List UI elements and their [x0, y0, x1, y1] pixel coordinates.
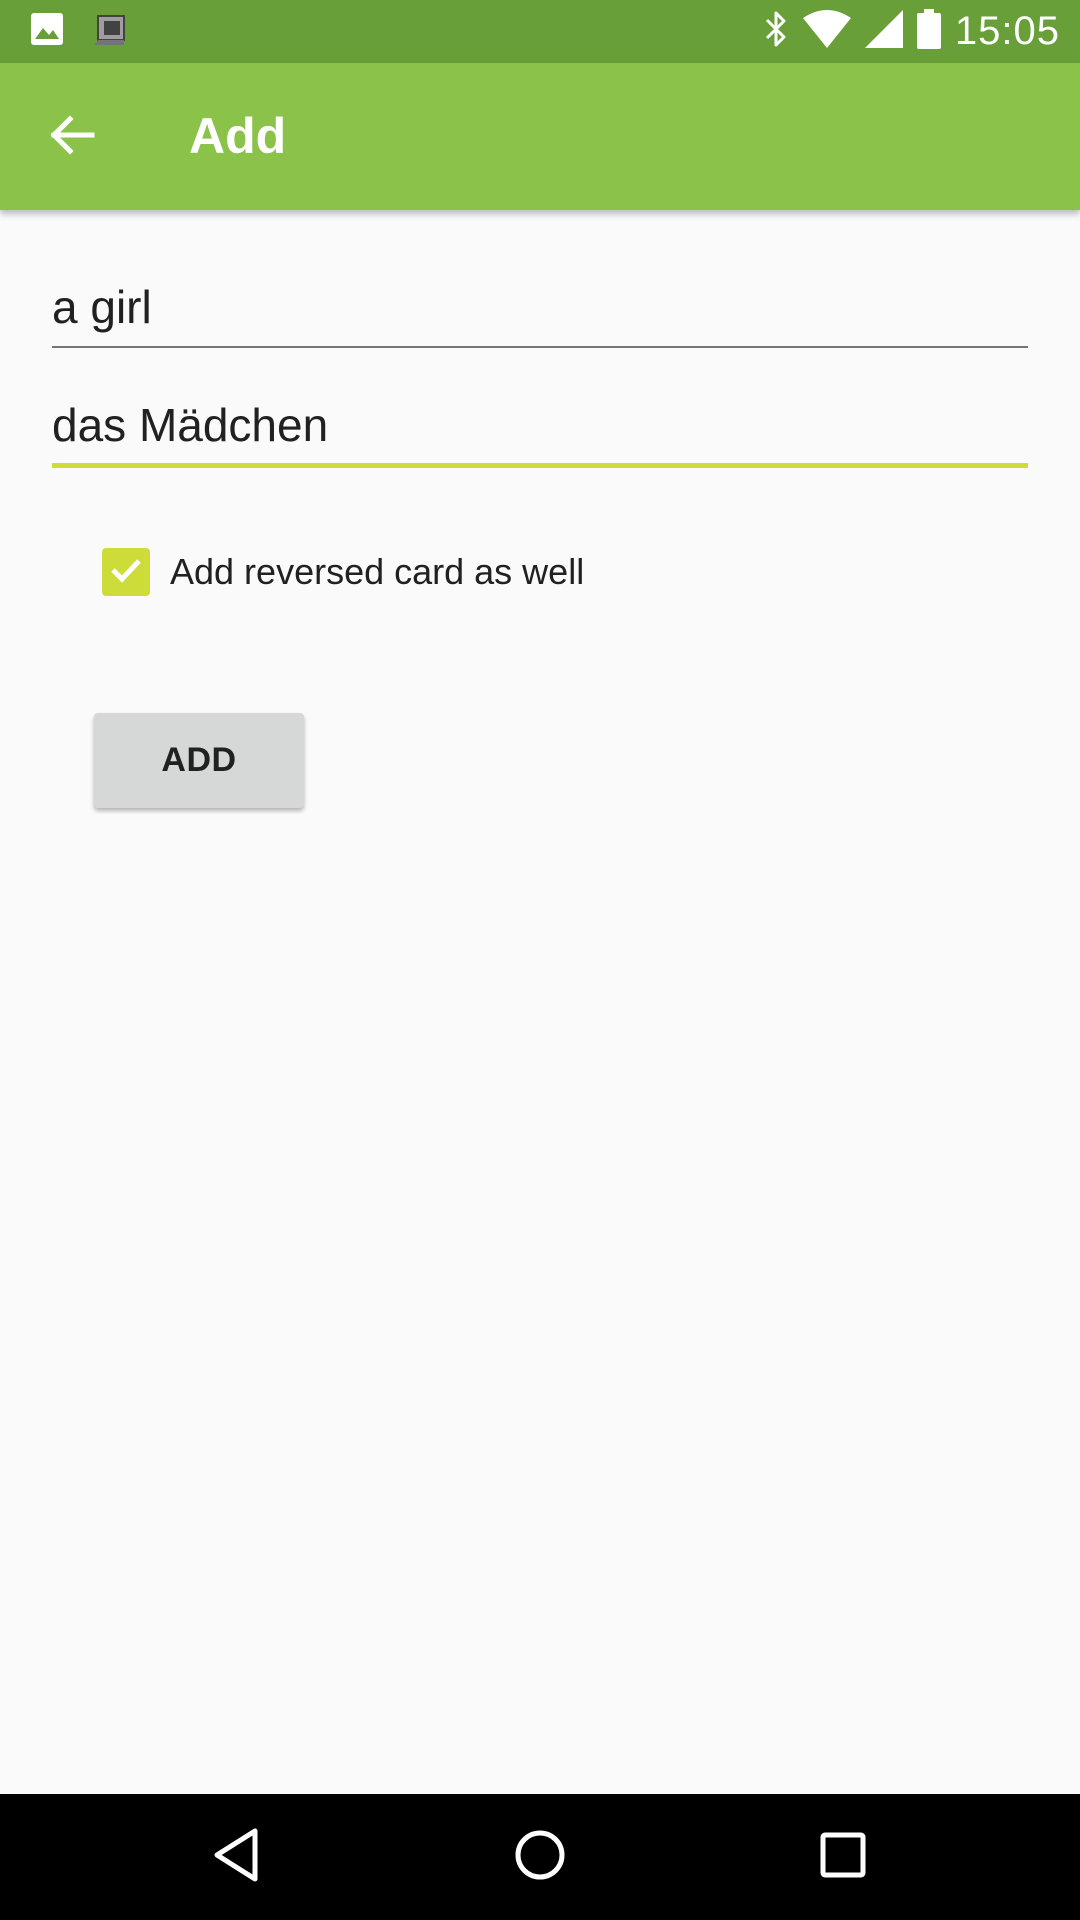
- app-notification-icon: [94, 12, 128, 51]
- nav-back-icon: [211, 1827, 261, 1888]
- bluetooth-icon: [763, 9, 789, 54]
- navigation-bar: [0, 1794, 1080, 1920]
- front-text-field[interactable]: a girl: [52, 280, 1028, 348]
- add-button[interactable]: ADD: [94, 713, 304, 808]
- nav-home-button[interactable]: [500, 1817, 580, 1897]
- status-bar: 15:05: [0, 0, 1080, 63]
- nav-back-button[interactable]: [196, 1817, 276, 1897]
- image-icon: [30, 12, 64, 51]
- back-text-field[interactable]: das Mädchen: [52, 398, 1028, 468]
- reverse-card-checkbox-row[interactable]: Add reversed card as well: [102, 548, 584, 596]
- front-field-underline: [52, 346, 1028, 348]
- front-text-value: a girl: [52, 281, 152, 333]
- nav-recents-icon: [818, 1830, 868, 1885]
- back-field-underline: [52, 463, 1028, 468]
- status-bar-notifications: [30, 12, 128, 51]
- page-title: Add: [189, 108, 287, 164]
- back-button[interactable]: [36, 101, 108, 173]
- status-time: 15:05: [954, 9, 1060, 53]
- back-text-value: das Mädchen: [52, 399, 329, 451]
- status-bar-system-icons: 15:05: [763, 0, 1060, 63]
- app-bar: Add: [0, 63, 1080, 210]
- cell-signal-icon: [864, 10, 903, 53]
- wifi-icon: [802, 10, 851, 53]
- nav-recents-button[interactable]: [803, 1817, 883, 1897]
- battery-icon: [916, 9, 941, 54]
- nav-home-icon: [512, 1827, 568, 1888]
- arrow-back-icon: [48, 111, 96, 164]
- reverse-card-checkbox[interactable]: [102, 548, 150, 596]
- checkmark-icon: [108, 552, 144, 593]
- reverse-card-label: Add reversed card as well: [170, 551, 585, 592]
- screen: 15:05 Add a girl das Mädchen Add reverse…: [0, 0, 1080, 1920]
